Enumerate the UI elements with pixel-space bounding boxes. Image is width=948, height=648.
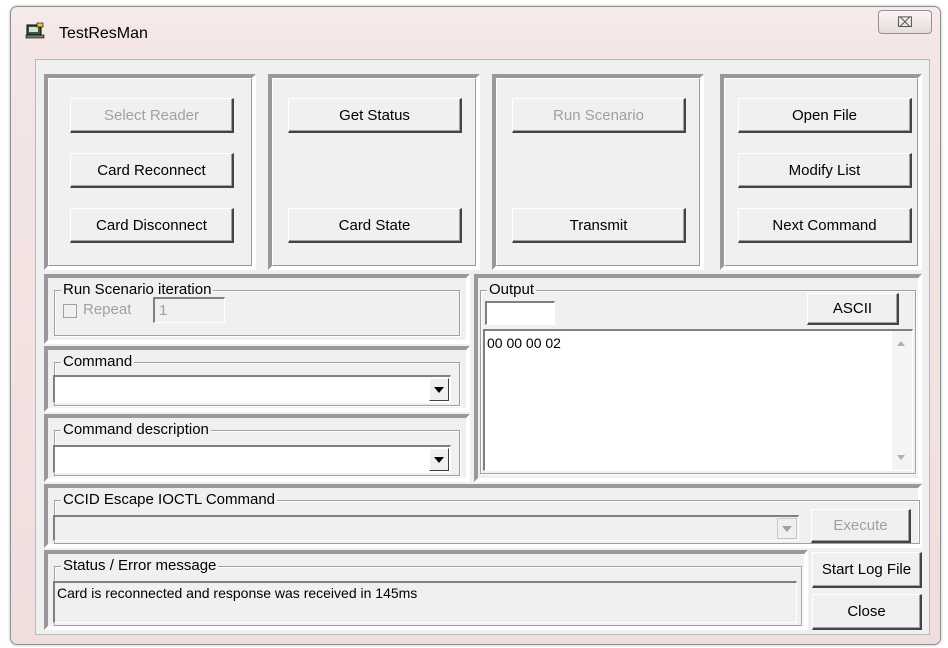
modify-list-button[interactable]: Modify List [738, 153, 912, 188]
window-close-button[interactable]: ⌧ [878, 10, 932, 34]
command-description-label: Command description [61, 421, 211, 438]
ascii-button[interactable]: ASCII [807, 293, 899, 325]
start-log-file-button[interactable]: Start Log File [812, 552, 922, 588]
run-scenario-iteration-frame: Run Scenario iteration Repeat 1 [44, 274, 470, 344]
output-frame: Output ASCII 00 00 00 02 [474, 274, 922, 482]
client-area: Select Reader Card Reconnect Card Discon… [35, 59, 930, 635]
window-title: TestResMan [59, 25, 148, 42]
close-button[interactable]: Close [812, 594, 922, 630]
scroll-up-icon[interactable] [897, 341, 905, 346]
chevron-down-icon[interactable] [429, 448, 449, 471]
reader-panel: Select Reader Card Reconnect Card Discon… [44, 74, 256, 270]
output-group: Output ASCII 00 00 00 02 [480, 281, 916, 474]
card-state-button[interactable]: Card State [288, 208, 462, 243]
execute-button[interactable]: Execute [811, 509, 911, 543]
output-scrollbar[interactable] [892, 331, 912, 470]
run-scenario-iteration-label: Run Scenario iteration [61, 281, 214, 298]
status-frame: Status / Error message Card is reconnect… [44, 550, 808, 630]
card-reconnect-button[interactable]: Card Reconnect [70, 153, 234, 188]
ccid-frame: CCID Escape IOCTL Command Execute [44, 484, 922, 548]
chevron-down-icon[interactable] [429, 378, 449, 401]
open-file-button[interactable]: Open File [738, 98, 912, 133]
command-label: Command [61, 353, 135, 370]
status-message-box: Card is reconnected and response was rec… [53, 581, 797, 623]
status-message: Card is reconnected and response was rec… [57, 585, 418, 601]
ccid-label: CCID Escape IOCTL Command [61, 491, 278, 508]
scenario-panel: Run Scenario Transmit [492, 74, 704, 270]
status-label: Status / Error message [61, 557, 219, 574]
command-frame: Command [44, 346, 470, 412]
repeat-count-input[interactable]: 1 [153, 297, 225, 323]
command-description-frame: Command description [44, 414, 470, 482]
scroll-down-icon[interactable] [897, 455, 905, 460]
card-disconnect-button[interactable]: Card Disconnect [70, 208, 234, 243]
file-panel: Open File Modify List Next Command [720, 74, 922, 270]
select-reader-button[interactable]: Select Reader [70, 98, 234, 133]
chevron-down-icon[interactable] [777, 518, 797, 539]
repeat-checkbox[interactable] [63, 304, 77, 318]
output-textarea[interactable]: 00 00 00 02 [483, 329, 913, 471]
run-scenario-button[interactable]: Run Scenario [512, 98, 686, 133]
run-scenario-iteration-group: Run Scenario iteration Repeat 1 [54, 281, 460, 336]
card-reader-icon [25, 22, 45, 39]
ccid-command-combobox[interactable] [53, 515, 799, 541]
command-description-combobox[interactable] [53, 445, 451, 473]
repeat-label: Repeat [83, 301, 132, 318]
output-small-field[interactable] [485, 301, 555, 325]
get-status-button[interactable]: Get Status [288, 98, 462, 133]
app-window: TestResMan ⌧ Select Reader Card Reconnec… [10, 6, 941, 645]
next-command-button[interactable]: Next Command [738, 208, 912, 243]
command-combobox[interactable] [53, 375, 451, 403]
close-icon: ⌧ [896, 14, 914, 30]
command-description-group: Command description [53, 421, 460, 476]
output-text: 00 00 00 02 [487, 335, 561, 351]
status-panel: Get Status Card State [268, 74, 480, 270]
output-label: Output [487, 281, 537, 298]
transmit-button[interactable]: Transmit [512, 208, 686, 243]
title-bar[interactable]: TestResMan ⌧ [11, 7, 940, 51]
command-group: Command [53, 353, 460, 406]
ccid-group: CCID Escape IOCTL Command Execute [53, 491, 920, 544]
status-group: Status / Error message Card is reconnect… [53, 557, 802, 626]
